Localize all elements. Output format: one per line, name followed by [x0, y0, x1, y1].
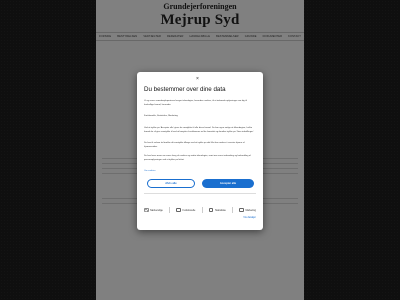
checkbox-box[interactable] — [239, 207, 244, 213]
checkbox-necessary[interactable]: Nødvendige — [144, 207, 163, 213]
dialog-body: Ved at trykke på 'Accepter alle' giver d… — [144, 127, 255, 133]
checkbox-label: Nødvendige — [150, 208, 163, 212]
divider — [144, 193, 256, 194]
separator — [169, 207, 171, 213]
checkbox-box[interactable] — [144, 207, 149, 213]
separator — [232, 207, 234, 213]
deny-all-button[interactable]: Afvis alle — [147, 179, 195, 188]
dialog-intro: Vi og vores samarbejdspartnere bruger te… — [144, 100, 247, 106]
checkbox-marketing[interactable]: Marketing — [239, 207, 256, 213]
checkbox-box[interactable] — [176, 207, 181, 213]
checkbox-statistics[interactable]: Statistiske — [208, 207, 226, 213]
checkbox-functional[interactable]: Funktionelle — [176, 207, 196, 213]
accept-all-button[interactable]: Accepter alle — [202, 179, 254, 188]
close-icon[interactable]: × — [196, 77, 199, 82]
separator — [201, 207, 203, 213]
checkbox-label: Marketing — [245, 208, 256, 212]
dialog-title: Du bestemmer over dine data — [144, 86, 226, 93]
dialog-purposes: Funktionelle, Statistiske, Marketing — [144, 115, 178, 117]
cookie-consent-dialog: × Du bestemmer over dine data Vi og vore… — [137, 72, 263, 230]
about-cookies-link[interactable]: Om cookies — [144, 170, 156, 172]
show-details-link[interactable]: Vis detaljer — [243, 216, 256, 219]
dialog-more-info: Du kan læse mere om vores brug af cookie… — [144, 155, 251, 161]
checkbox-box[interactable] — [208, 207, 214, 213]
checkbox-label: Funktionelle — [182, 208, 196, 212]
checkbox-label: Statistiske — [214, 208, 226, 212]
consent-checkboxes: Nødvendige Funktionelle Statistiske Mark… — [144, 204, 256, 216]
dialog-body-withdraw: Du kan til enhver tid trække dit samtykk… — [144, 142, 245, 148]
